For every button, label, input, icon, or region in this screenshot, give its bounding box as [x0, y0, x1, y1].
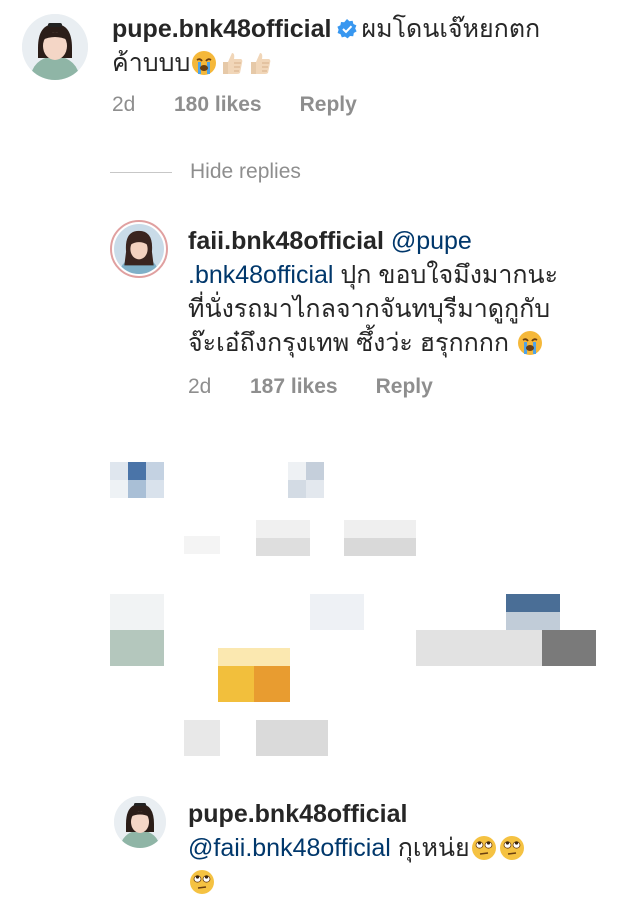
- thumbs-up-icon: [219, 50, 245, 76]
- eye-roll-icon: [189, 869, 215, 895]
- comment-body-line1: ผมโดนเจ๊หยกตก: [361, 15, 541, 43]
- reply-username[interactable]: pupe.bnk48official: [188, 800, 407, 828]
- reply-body-line3: จ๊ะเอ๋ถึงกรุงเทพ ซึ้งว่ะ ฮรุกกกก: [188, 329, 510, 357]
- divider: [110, 171, 172, 173]
- eye-roll-icon: [499, 835, 525, 861]
- reply-button[interactable]: Reply: [376, 375, 433, 399]
- crying-face-icon: [517, 330, 543, 356]
- mention-link[interactable]: @pupe: [391, 227, 472, 255]
- hide-replies-label: Hide replies: [190, 160, 301, 183]
- mention-link[interactable]: @faii.bnk48official: [188, 834, 391, 862]
- reply-username[interactable]: faii.bnk48official: [188, 227, 384, 255]
- avatar[interactable]: [22, 14, 88, 80]
- avatar[interactable]: [114, 796, 166, 848]
- reply-text: faii.bnk48official @pupe .bnk48official …: [188, 224, 618, 360]
- reply-button[interactable]: Reply: [300, 93, 357, 117]
- reply-body-line2: ที่นั่งรถมาไกลจากจันทบุรีมาดูกูกับ: [188, 295, 551, 323]
- mention-link-cont[interactable]: .bnk48official: [188, 261, 333, 289]
- comment-text: pupe.bnk48official ผมโดนเจ๊หยกตก ค้าบบบ: [112, 12, 612, 80]
- thumbs-up-icon: [247, 50, 273, 76]
- reply-body: กุเหน่ย: [390, 834, 470, 862]
- comment-username[interactable]: pupe.bnk48official: [112, 15, 331, 43]
- likes-count[interactable]: 187 likes: [250, 375, 338, 399]
- reply-meta: 2d 187 likes Reply: [188, 375, 433, 399]
- likes-count[interactable]: 180 likes: [174, 93, 262, 117]
- comment-body-line2: ค้าบบบ: [112, 49, 191, 77]
- verified-icon: [337, 14, 358, 39]
- reply-time: 2d: [188, 375, 212, 398]
- comment-meta: 2d 180 likes Reply: [112, 93, 357, 117]
- censored-region: [0, 440, 635, 780]
- reply-text: pupe.bnk48official @faii.bnk48official ก…: [188, 797, 618, 899]
- hide-replies-toggle[interactable]: Hide replies: [110, 160, 301, 184]
- avatar[interactable]: [110, 220, 168, 278]
- crying-face-icon: [191, 50, 217, 76]
- reply-body-line1: ปุก ขอบใจมึงมากนะ: [333, 261, 559, 289]
- comment-time: 2d: [112, 93, 136, 116]
- eye-roll-icon: [471, 835, 497, 861]
